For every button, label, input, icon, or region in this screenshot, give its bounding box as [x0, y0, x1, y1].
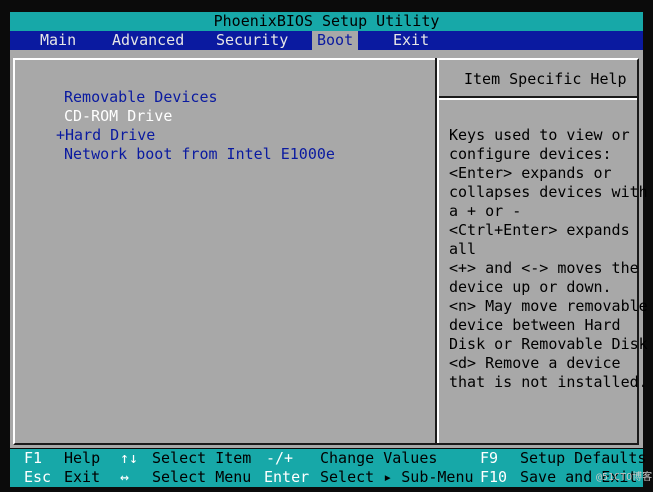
menu-tab-boot[interactable]: Boot	[312, 31, 359, 50]
bios-title: PhoenixBIOS Setup Utility	[213, 12, 440, 30]
key-up-down: ↑↓	[120, 449, 139, 467]
help-line: <+> and <-> moves the	[449, 259, 639, 277]
menu-bar: Main Advanced Security Boot Exit	[10, 31, 643, 50]
help-line: device up or down.	[449, 278, 612, 296]
key-enter-desc: Select ▸ Sub-Menu	[320, 468, 474, 486]
help-title: Item Specific Help	[464, 70, 627, 88]
help-line: <n> May move removable	[449, 297, 648, 315]
key-help-footer: F1 Help ↑↓ Select Item -/+ Change Values…	[10, 449, 647, 487]
boot-item-cdrom-drive[interactable]: CD-ROM Drive	[64, 107, 172, 126]
help-line: configure devices:	[449, 145, 612, 163]
key-enter: Enter	[264, 468, 310, 486]
key-f1: F1	[24, 449, 43, 467]
key-f9: F9	[480, 449, 499, 467]
help-line: a + or -	[449, 202, 522, 220]
menu-tab-security[interactable]: Security	[216, 31, 288, 50]
help-line: <Enter> expands or	[449, 164, 612, 182]
help-line: that is not installed.	[449, 373, 648, 391]
help-line: all	[449, 240, 477, 258]
menu-tab-advanced[interactable]: Advanced	[112, 31, 184, 50]
key-esc-desc: Exit	[64, 468, 101, 486]
help-line: device between Hard	[449, 316, 621, 334]
key-esc: Esc	[24, 468, 52, 486]
menu-tab-exit[interactable]: Exit	[393, 31, 429, 50]
key-f10: F10	[480, 468, 508, 486]
watermark: @51CTO博客	[596, 472, 653, 483]
help-line: Disk or Removable Disk	[449, 335, 648, 353]
panel-vertical-divider	[435, 58, 439, 443]
key-minus-plus-desc: Change Values	[320, 449, 438, 467]
key-left-right-desc: Select Menu	[152, 468, 252, 486]
menu-tab-main[interactable]: Main	[40, 31, 76, 50]
help-line: <d> Remove a device	[449, 354, 621, 372]
key-f9-desc: Setup Defaults	[520, 449, 647, 467]
boot-item-hard-drive[interactable]: +Hard Drive	[56, 126, 155, 145]
help-line: collapses devices with	[449, 183, 648, 201]
key-f1-desc: Help	[64, 449, 101, 467]
help-line: Keys used to view or	[449, 126, 630, 144]
boot-item-network-boot[interactable]: Network boot from Intel E1000e	[64, 145, 335, 164]
boot-item-removable-devices[interactable]: Removable Devices	[64, 88, 218, 107]
key-minus-plus: -/+	[266, 449, 294, 467]
help-header-divider	[439, 96, 637, 100]
key-left-right: ↔	[120, 468, 130, 486]
help-line: <Ctrl+Enter> expands	[449, 221, 630, 239]
main-panel: Removable Devices CD-ROM Drive +Hard Dri…	[10, 50, 648, 448]
bios-title-bar: PhoenixBIOS Setup Utility	[10, 12, 643, 31]
key-up-down-desc: Select Item	[152, 449, 252, 467]
